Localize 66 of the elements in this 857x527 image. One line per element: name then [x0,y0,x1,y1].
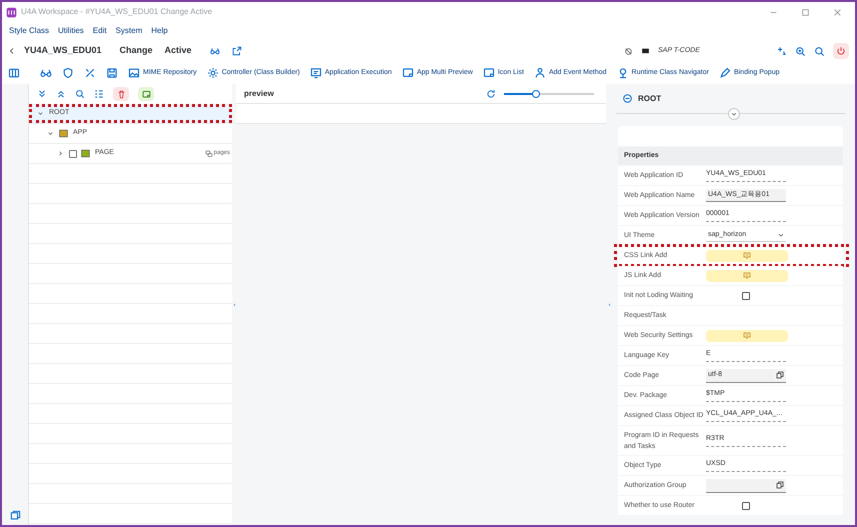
popup-icon [743,252,751,260]
export-icon[interactable] [232,46,242,56]
list-icon[interactable] [94,89,104,99]
chevron-down-icon [778,232,784,238]
app-id: YU4A_WS_EDU01 [24,44,102,58]
checkbox[interactable] [69,150,77,158]
input-field[interactable] [706,478,786,492]
popup-icon [743,272,751,280]
menu-item[interactable]: System [116,25,142,37]
delete-button[interactable] [113,87,129,101]
pen-icon [718,67,731,79]
glasses-icon[interactable] [210,46,220,56]
power-icon [836,46,846,56]
window-title: U4A Workspace - #YU4A_WS_EDU01 Change Active [21,6,212,18]
back-icon[interactable] [8,47,16,55]
split-view-icon[interactable] [8,67,20,79]
save-icon [106,67,118,79]
object-title: ROOT [638,92,662,104]
person-icon [534,67,546,79]
menu-item[interactable]: Utilities [58,25,84,37]
caret-right-icon[interactable] [57,150,64,157]
glasses-button[interactable] [40,67,52,79]
page-icon [81,149,90,158]
image-icon [128,67,140,79]
object-icon [622,93,633,104]
maximize-icon[interactable] [800,8,810,16]
search-icon[interactable] [814,46,825,56]
menu-item[interactable]: Help [151,25,168,37]
save-button[interactable] [106,67,118,79]
link-icon [204,150,213,158]
search-icon[interactable] [75,89,85,99]
app-icon [59,129,68,138]
menu-item[interactable]: Edit [92,25,107,37]
screen-icon [142,90,150,98]
screen-icon [482,67,495,79]
eye-off-icon[interactable] [624,46,633,56]
panel-title: preview [244,88,274,100]
collapse-button[interactable] [728,108,740,120]
monitor-icon [310,67,322,79]
gear-icon [206,67,219,79]
refresh-icon[interactable] [486,88,496,98]
trash-icon [116,90,126,98]
close-icon[interactable] [832,8,842,16]
glasses-icon [40,67,52,79]
zoom-in-icon[interactable] [795,46,806,56]
value-help-icon[interactable] [776,371,784,379]
chevron-down-icon [731,111,737,117]
caret-down-icon[interactable] [47,130,54,137]
checkbox[interactable] [742,502,750,510]
power-button[interactable] [833,43,849,59]
checkbox[interactable] [742,292,750,300]
app-logo-icon [6,6,17,18]
add-button[interactable] [138,87,154,101]
shield-button[interactable] [62,67,74,79]
slider-handle[interactable] [532,90,540,98]
panel-icon[interactable] [10,510,20,521]
collapse-all-icon[interactable] [56,89,66,99]
expand-all-icon[interactable] [37,89,47,99]
shield-icon [62,67,74,79]
menu-item[interactable]: Style Class [9,25,50,37]
screen-icon [402,67,414,79]
mode-label: Change [120,44,153,58]
popup-icon [743,332,751,340]
value-help-icon[interactable] [776,481,784,489]
caret-down-icon[interactable] [37,110,44,117]
status-label: Active [164,44,192,58]
